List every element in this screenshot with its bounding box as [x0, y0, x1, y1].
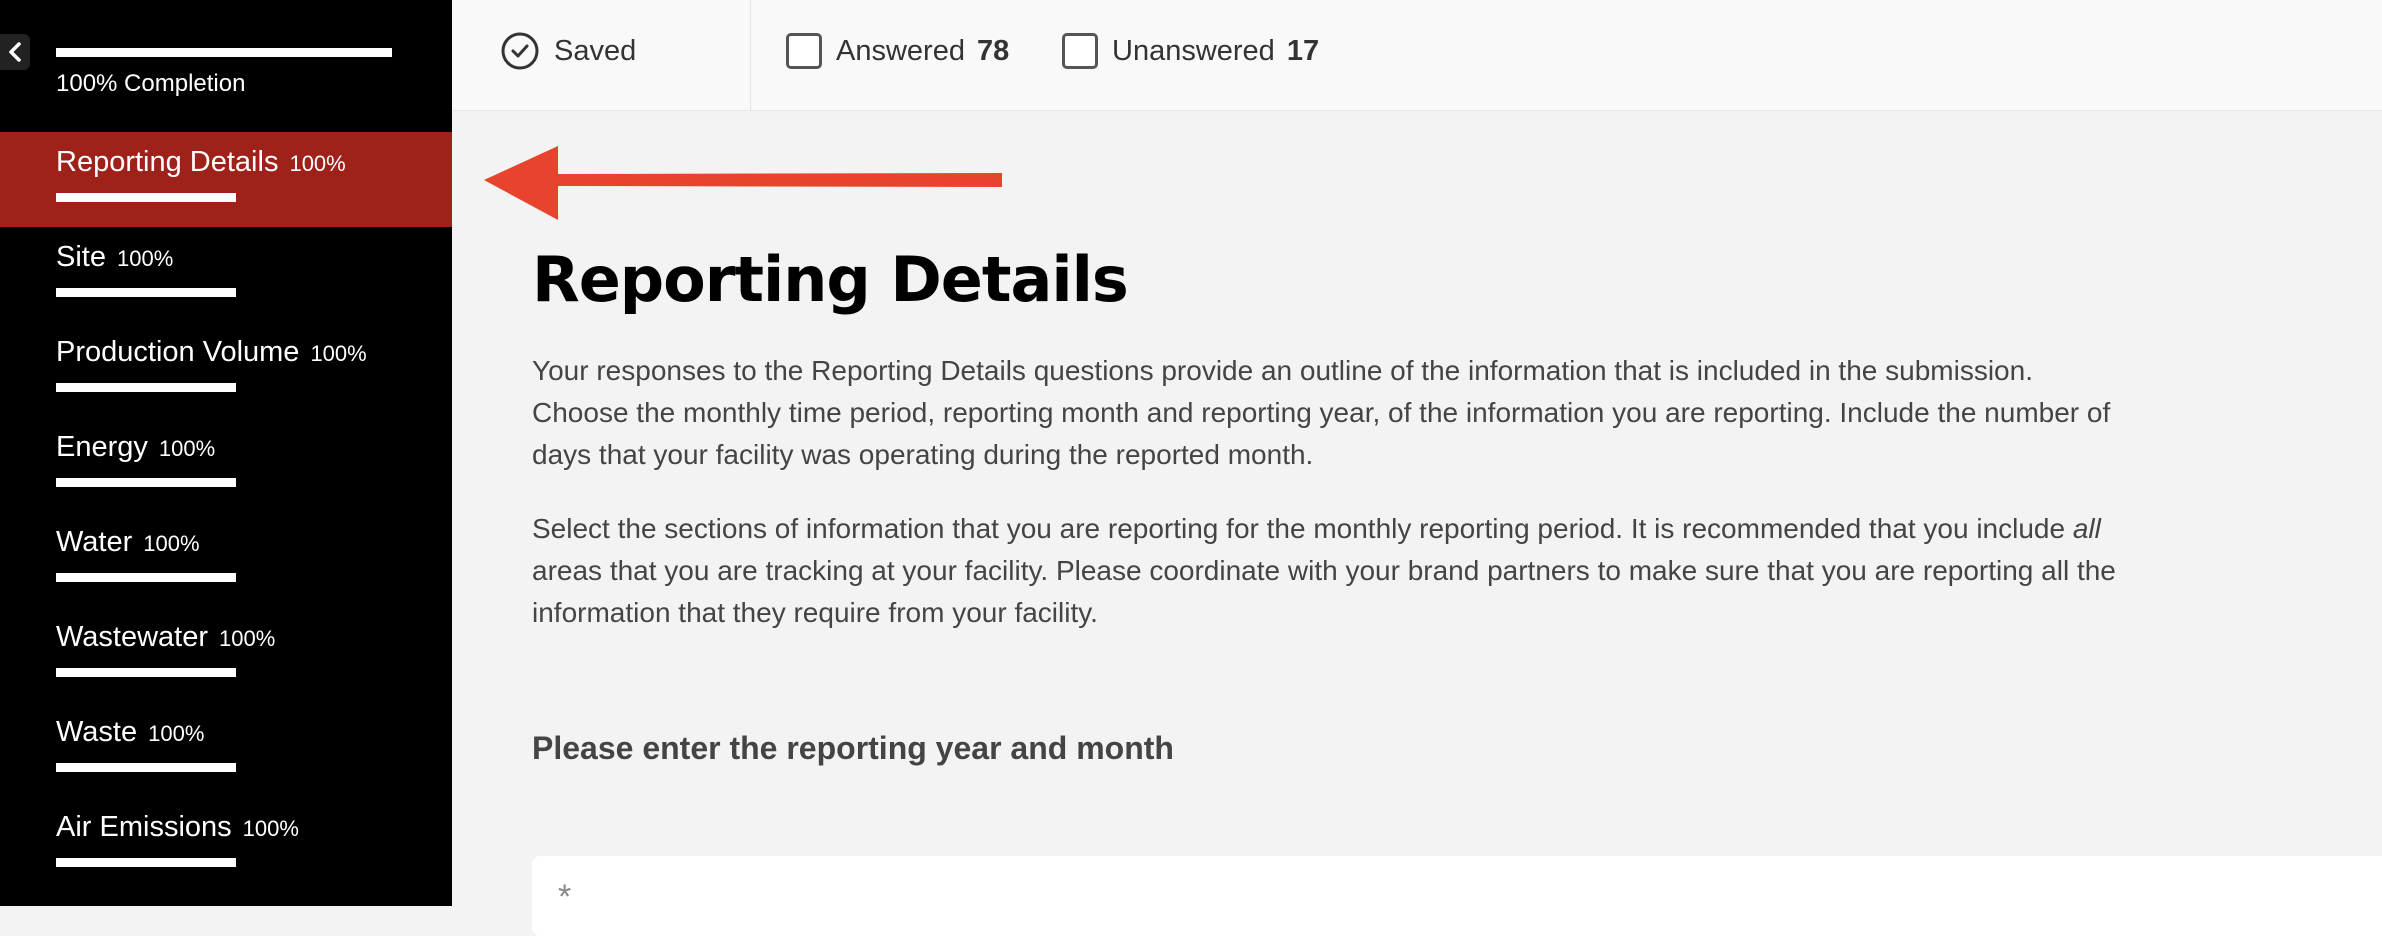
sidebar-item-percent: 100%: [158, 436, 216, 461]
status-bar: Saved Answered 78 Unanswered 17: [452, 0, 2382, 111]
sidebar-item-reporting-details[interactable]: Reporting Details 100%: [0, 132, 452, 227]
sidebar-item-percent: 100%: [143, 531, 200, 556]
sidebar-item-percent: 100%: [148, 721, 205, 746]
required-marker: *: [558, 878, 572, 916]
page-title: Reporting Details: [532, 243, 1129, 316]
answered-filter[interactable]: Answered 78: [786, 28, 1009, 74]
arrow-left-icon: [484, 146, 1002, 220]
sidebar-item-water[interactable]: Water 100%: [0, 512, 452, 607]
sidebar-item-progress-bar: [56, 383, 236, 392]
overall-progress-bar: [56, 48, 392, 57]
saved-label: Saved: [554, 34, 637, 67]
chevron-left-icon: [9, 42, 21, 62]
sidebar-item-energy[interactable]: Energy 100%: [0, 417, 452, 512]
overall-progress: 100% Completion: [56, 48, 392, 98]
saved-status: Saved: [500, 28, 636, 74]
completion-label: 100% Completion: [56, 70, 246, 97]
intro-paragraph: Your responses to the Reporting Details …: [532, 355, 2111, 470]
sidebar-item-waste[interactable]: Waste 100%: [0, 702, 452, 797]
sidebar-item-progress-bar: [56, 288, 236, 297]
sidebar-item-site[interactable]: Site 100%: [0, 227, 452, 322]
sidebar-item-progress-bar: [56, 668, 236, 677]
sidebar-item-wastewater[interactable]: Wastewater 100%: [0, 607, 452, 702]
sidebar-item-production-volume[interactable]: Production Volume 100%: [0, 322, 452, 417]
check-circle-icon: [501, 32, 539, 70]
sidebar-item-label: Production Volume: [56, 336, 300, 368]
sidebar-item-label: Site: [56, 241, 106, 273]
sidebar-item-percent: 100%: [242, 816, 299, 841]
emphasis-text: all: [2072, 513, 2101, 544]
sidebar-item-percent: 100%: [310, 341, 367, 366]
sidebar-item-percent: 100%: [219, 626, 276, 651]
sidebar-item-label: Water: [56, 526, 133, 558]
sidebar-item-progress-bar: [56, 763, 236, 772]
unanswered-filter[interactable]: Unanswered 17: [1062, 28, 1319, 74]
sidebar-item-progress-bar: [56, 193, 236, 202]
sidebar-item-label: Energy: [56, 431, 148, 463]
sidebar: 100% Completion Reporting Details 100% Si…: [0, 0, 452, 906]
unanswered-checkbox[interactable]: [1062, 33, 1098, 69]
sections-paragraph: Select the sections of information that …: [532, 508, 2122, 634]
sidebar-item-label: Air Emissions: [56, 811, 232, 843]
sidebar-item-progress-bar: [56, 858, 236, 867]
answered-label: Answered: [836, 34, 965, 67]
unanswered-label: Unanswered: [1112, 34, 1275, 67]
sidebar-item-percent: 100%: [116, 246, 174, 271]
sections-paragraph-text: Select the sections of information that …: [532, 513, 2073, 544]
sections-paragraph-text: areas that you are tracking at your faci…: [532, 555, 2116, 628]
sidebar-item-label: Waste: [56, 716, 138, 748]
collapse-sidebar-button[interactable]: [0, 34, 30, 70]
sidebar-item-percent: 100%: [289, 151, 346, 176]
sidebar-item-label: Wastewater: [56, 621, 209, 653]
answered-count: 78: [976, 34, 1010, 67]
sidebar-item-label: Reporting Details: [56, 146, 279, 178]
answered-checkbox[interactable]: [786, 33, 822, 69]
divider: [750, 0, 751, 110]
sidebar-item-progress-bar: [56, 478, 236, 487]
sidebar-item-air-emissions[interactable]: Air Emissions 100%: [0, 797, 452, 892]
question-label: Please enter the reporting year and mont…: [532, 730, 1174, 766]
unanswered-count: 17: [1286, 34, 1320, 67]
answer-card[interactable]: *: [532, 856, 2382, 936]
sidebar-item-progress-bar: [56, 573, 236, 582]
